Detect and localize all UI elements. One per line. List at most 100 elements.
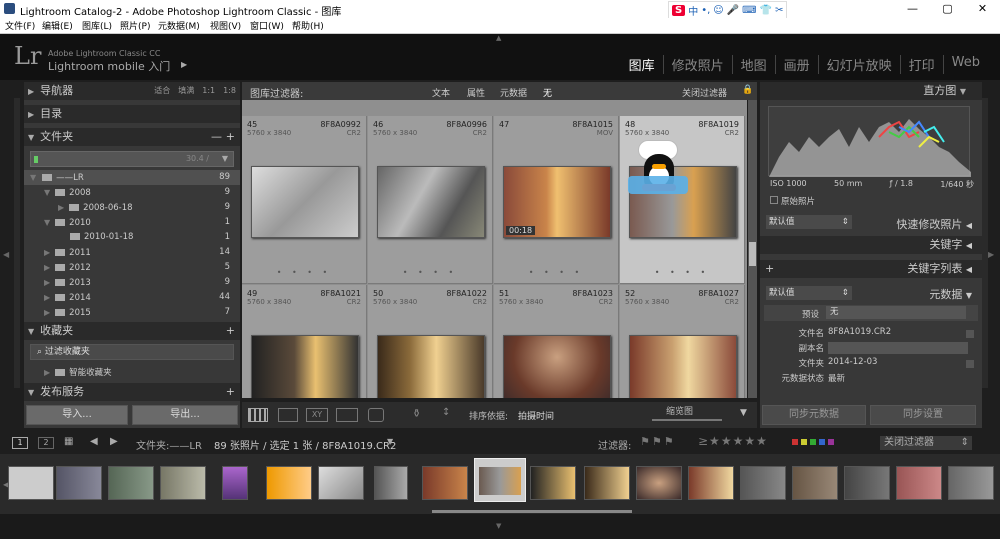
grid-cell-selected[interactable]: 48 5760 x 3840 8F8A1019 CR2 • • • • [620,116,745,284]
filter-attribute[interactable]: 属性 [467,86,485,99]
menu-library[interactable]: 图库(L) [82,19,112,32]
filmstrip-thumbnail-selected[interactable] [474,458,526,502]
navigator-header[interactable]: ▶ 导航器 适合 填满 1:1 1:8 [24,82,240,100]
grid-view-icon[interactable] [248,408,268,422]
histogram[interactable] [768,106,971,177]
metadata-header[interactable]: 元数据 ▼ [929,286,972,302]
publish-header[interactable]: ▼ 发布服务 + [24,383,240,401]
grid-cell[interactable]: 50 5760 x 3840 8F8A1022 CR2 [368,285,493,398]
menu-window[interactable]: 窗口(W) [250,19,284,32]
collapse-right-icon[interactable]: ▶ [988,250,994,259]
preset-select[interactable]: 无 [826,306,966,319]
module-slideshow[interactable]: 幻灯片放映 [819,55,901,74]
filmstrip-thumbnail[interactable] [318,466,364,500]
photo-thumbnail[interactable] [377,335,485,398]
collapse-top-icon[interactable]: ▲ [496,34,501,42]
photo-thumbnail[interactable] [251,335,359,398]
mic-icon[interactable]: 🎤 [727,5,739,16]
menu-view[interactable]: 视图(V) [210,19,241,32]
histogram-header[interactable]: 直方图 ▼ [760,82,982,100]
back-icon[interactable]: ◀ [90,436,98,447]
remove-folder-icon[interactable]: — [211,128,222,146]
toolbar-menu-icon[interactable]: ▼ [740,408,747,418]
forward-icon[interactable]: ▶ [110,436,118,447]
filmstrip-thumbnail[interactable] [374,466,408,500]
grid-cell[interactable]: 46 5760 x 3840 8F8A0996 CR2 • • • • [368,116,493,284]
keyboard-icon[interactable]: ⌨ [742,5,756,16]
grid-cell[interactable]: 47 8F8A1015 MOV 00:18 • • • • [494,116,619,284]
filmstrip-filter-dropdown[interactable]: 关闭过滤器 ⇕ [880,436,972,450]
grid-view-small-icon[interactable]: ▦ [64,436,73,447]
smart-collections-row[interactable]: ▶ 智能收藏夹 [24,365,240,380]
filter-text[interactable]: 文本 [432,86,450,99]
tools-icon[interactable]: ✂ [775,5,783,16]
flag-filter-icons[interactable]: ⚑⚑⚑ [640,435,676,448]
filmstrip-thumbnail[interactable] [108,466,154,500]
nav-fit[interactable]: 适合 [154,82,170,100]
compare-view-icon[interactable]: XY [306,408,328,422]
folder-row[interactable]: ▶ 2012 5 [24,260,240,275]
source-menu-icon[interactable]: ▼ [387,437,393,446]
photo-thumbnail[interactable] [377,166,485,238]
collapse-left-icon[interactable]: ◀ [3,250,9,259]
photo-thumbnail[interactable] [629,335,737,398]
metadata-preset-dropdown[interactable]: 默认值 ⇕ [766,286,852,300]
add-collection-icon[interactable]: + [226,322,235,340]
filmstrip-thumbnail[interactable] [844,466,890,500]
folder-row[interactable]: ▶ 2014 44 [24,290,240,305]
folder-row[interactable]: ▶ 2008-06-18 9 [24,200,240,215]
folder-row[interactable]: ▶ 2011 14 [24,245,240,260]
module-library[interactable]: 图库 [621,55,664,74]
nav-fill[interactable]: 填满 [178,82,194,100]
import-button[interactable]: 导入... [26,405,128,425]
collection-filter-input[interactable]: ⌕ 过滤收藏夹 [30,344,234,360]
module-book[interactable]: 画册 [776,55,819,74]
menu-file[interactable]: 文件(F) [5,19,35,32]
photo-thumbnail[interactable] [503,335,611,398]
maximize-icon[interactable]: ▢ [930,0,965,18]
folder-row[interactable]: ▶ 2015 7 [24,305,240,320]
grid-cell[interactable]: 51 5760 x 3840 8F8A1023 CR2 [494,285,619,398]
filmstrip-thumbnail[interactable] [266,466,312,500]
close-filter-dropdown[interactable]: 关闭过滤器 [682,86,727,99]
preset-dropdown[interactable]: 默认值 ⇕ [766,215,852,229]
add-keyword-icon[interactable]: + [765,260,774,278]
lock-icon[interactable]: 🔒 [742,85,753,95]
filmstrip-thumbnail[interactable] [792,466,838,500]
quick-develop-header[interactable]: 快速修改照片 ◀ [896,216,972,232]
grid-scroll-thumb[interactable] [749,242,756,266]
sort-dropdown[interactable]: 拍摄时间 [518,409,554,422]
volume-menu-icon[interactable]: ▼ [222,154,228,163]
people-view-icon[interactable] [368,408,384,422]
filmstrip-thumbnail[interactable] [422,466,468,500]
grid-cell[interactable]: 49 5760 x 3840 8F8A1021 CR2 [242,285,367,398]
keywording-header[interactable]: 关键字 ◀ [760,236,982,254]
export-button[interactable]: 导出... [132,405,238,425]
folder-row[interactable]: ▼ ——LR 89 [24,170,240,185]
filmstrip-thumbnail[interactable] [530,466,576,500]
sogou-logo-icon[interactable]: S [672,4,686,16]
filmstrip-thumbnail[interactable] [636,466,682,500]
collapse-bottom-icon[interactable]: ▼ [496,522,501,530]
folder-row[interactable]: 2010-01-18 1 [24,230,240,245]
folder-row[interactable]: ▶ 2013 9 [24,275,240,290]
filmstrip-thumbnail[interactable] [896,466,942,500]
module-print[interactable]: 打印 [901,55,944,74]
filmstrip-thumbnail[interactable] [584,466,630,500]
filmstrip-source[interactable]: 文件夹:——LR [136,437,202,452]
emoji-icon[interactable]: ☺ [713,5,723,16]
menu-edit[interactable]: 编辑(E) [42,19,73,32]
filter-metadata[interactable]: 元数据 [500,86,527,99]
filmstrip-thumbnail[interactable] [160,466,206,500]
filmstrip-thumbnail[interactable] [222,466,248,500]
nav-1-8[interactable]: 1:8 [223,82,236,100]
play-icon[interactable]: ▶ [181,60,187,69]
go-to-folder-icon[interactable] [966,360,974,368]
survey-view-icon[interactable] [336,408,358,422]
grid-scrollbar[interactable] [748,100,757,398]
field-action-icon[interactable] [966,330,974,338]
filmstrip-thumbnail[interactable] [740,466,786,500]
thumbnail-size-slider[interactable] [652,419,722,421]
secondary-window-button[interactable]: 2 [38,437,54,449]
sort-direction-icon[interactable]: ↕ [442,407,450,418]
